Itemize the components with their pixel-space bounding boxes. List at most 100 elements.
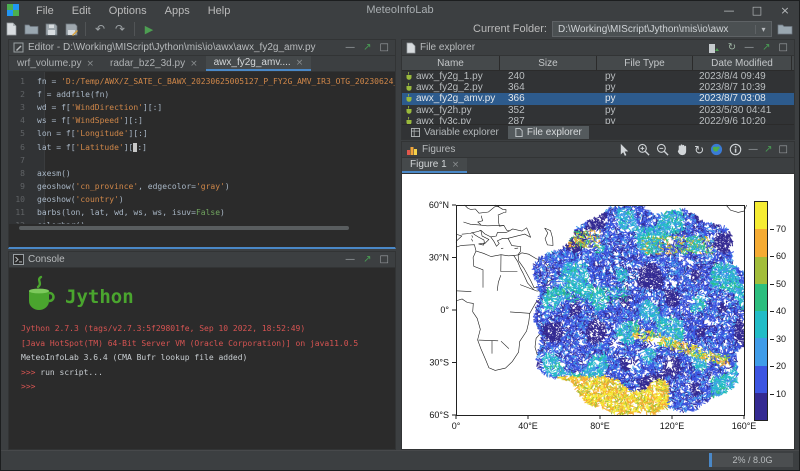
tab-file-explorer[interactable]: File explorer xyxy=(508,126,589,139)
maximize-panel-icon[interactable]: □ xyxy=(380,255,389,265)
tab-variable-explorer[interactable]: Variable explorer xyxy=(404,126,506,139)
column-header-date-modified[interactable]: Date Modified xyxy=(693,56,792,70)
line-number: 2 xyxy=(9,90,37,99)
column-header-file-type[interactable]: File Type xyxy=(597,56,693,70)
undo-icon: ↶ xyxy=(95,22,105,36)
minimize-panel-icon[interactable]: — xyxy=(345,43,355,53)
console-title: Console xyxy=(28,254,345,265)
window-maximize-button[interactable]: □ xyxy=(743,4,771,17)
column-header-name[interactable]: Name xyxy=(402,56,500,70)
table-row-awx_fy2h.py[interactable]: awx_fy2h.py352py2023/5/30 04:41 xyxy=(402,105,794,116)
menu-help[interactable]: Help xyxy=(199,5,240,17)
y-tick-label: 60°N xyxy=(429,200,449,210)
tab-label: awx_fy2g_amv.... xyxy=(214,57,291,68)
code-area[interactable]: 1fn = 'D:/Temp/AWX/Z_SATE_C_BAWX_2023062… xyxy=(9,72,395,232)
maximize-panel-icon[interactable]: □ xyxy=(779,43,788,53)
file-explorer-header: File explorer ↻ — ↗ □ xyxy=(402,40,794,56)
file-type: py xyxy=(597,82,693,93)
console-output[interactable]: Jython Jython 2.7.3 (tags/v2.7.3:5f29801… xyxy=(9,268,395,397)
save-as-button[interactable] xyxy=(61,20,81,38)
menu-edit[interactable]: Edit xyxy=(63,5,100,17)
code-line-2[interactable]: 2f = addfile(fn) xyxy=(9,88,395,101)
open-folder-button[interactable] xyxy=(21,20,41,38)
float-panel-icon[interactable]: ↗ xyxy=(764,145,772,155)
maximize-panel-icon[interactable]: □ xyxy=(779,145,788,155)
x-tick-label: 120°E xyxy=(660,421,685,431)
figure-canvas-area[interactable]: 0°40°E80°E120°E160°E60°N30°N0°30°S60°S 1… xyxy=(402,174,794,449)
file-explorer-panel: File explorer ↻ — ↗ □ NameSizeFile TypeD… xyxy=(401,39,795,140)
editor-tab-radar-bz2-3d-py[interactable]: radar_bz2_3d.py× xyxy=(102,56,206,71)
file-name-cell: awx_fy2h.py xyxy=(402,105,500,116)
current-folder-combo[interactable]: D:\Working\MIScript\Jython\mis\io\awx ▾ xyxy=(552,21,772,37)
table-row-awx_fy2g_2.py[interactable]: awx_fy2g_2.py364py2023/8/7 10:39 xyxy=(402,82,794,93)
close-tab-icon[interactable]: × xyxy=(452,160,460,170)
close-tab-icon[interactable]: × xyxy=(296,58,304,68)
colorbar xyxy=(754,201,768,421)
code-line-11[interactable]: 11barbs(lon, lat, wd, ws, ws, isuv=False… xyxy=(9,206,395,219)
save-button[interactable] xyxy=(41,20,61,38)
minimize-panel-icon[interactable]: — xyxy=(345,255,355,265)
code-line-3[interactable]: 3wd = f['WindDirection'][:] xyxy=(9,101,395,114)
python-file-icon xyxy=(405,72,413,81)
x-tick-label: 0° xyxy=(452,421,461,431)
maximize-panel-icon[interactable]: □ xyxy=(380,43,389,53)
jython-logo-text: Jython xyxy=(65,286,134,308)
menu-file[interactable]: File xyxy=(27,5,63,17)
editor-tab-wrf-volume-py[interactable]: wrf_volume.py× xyxy=(9,56,102,71)
run-script-button[interactable]: ▶ xyxy=(139,20,159,38)
globe-icon[interactable] xyxy=(710,143,723,156)
editor-tab-awx-fy2g-amv-[interactable]: awx_fy2g_amv.... × xyxy=(206,56,312,71)
close-tab-icon[interactable]: × xyxy=(190,59,198,69)
code-line-9[interactable]: 9geoshow('cn_province', edgecolor='gray'… xyxy=(9,180,395,193)
current-folder-value: D:\Working\MIScript\Jython\mis\io\awx xyxy=(553,24,755,35)
menu-apps[interactable]: Apps xyxy=(156,5,199,17)
tab-figure-1[interactable]: Figure 1 × xyxy=(402,158,467,173)
column-header-size[interactable]: Size xyxy=(500,56,597,70)
file-name: awx_fy2g_amv.py xyxy=(416,93,495,104)
tab-label: File explorer xyxy=(527,127,582,138)
colorbar-tick xyxy=(770,366,774,367)
menu-options[interactable]: Options xyxy=(100,5,156,17)
new-file-button[interactable] xyxy=(1,20,21,38)
pan-hand-icon[interactable] xyxy=(675,143,688,156)
code-line-6[interactable]: 6lat = f['Latitude'][:] xyxy=(9,140,395,153)
colorbar-segment xyxy=(755,257,767,284)
table-row-awx_fy2g_1.py[interactable]: awx_fy2g_1.py240py2023/8/4 09:49 xyxy=(402,71,794,82)
minimize-panel-icon[interactable]: — xyxy=(748,145,758,155)
file-table-rows: awx_fy2g_1.py240py2023/8/4 09:49awx_fy2g… xyxy=(402,71,794,127)
cursor-icon[interactable] xyxy=(618,143,631,156)
float-panel-icon[interactable]: ↗ xyxy=(762,43,770,53)
code-line-7[interactable]: 7 xyxy=(9,154,395,167)
minimize-panel-icon[interactable]: — xyxy=(744,43,754,53)
zoom-in-icon[interactable] xyxy=(637,143,650,156)
code-line-4[interactable]: 4ws = f['WindSpeed'][:] xyxy=(9,114,395,127)
code-line-5[interactable]: 5lon = f['Longitude'][:] xyxy=(9,127,395,140)
browse-folder-button[interactable] xyxy=(777,23,793,35)
line-number: 11 xyxy=(9,208,37,217)
code-line-10[interactable]: 10geoshow('country') xyxy=(9,193,395,206)
identify-info-icon[interactable] xyxy=(729,143,742,156)
window-controls: — □ × xyxy=(715,1,799,19)
undo-button[interactable]: ↶ xyxy=(90,20,110,38)
refresh-icon[interactable]: ↻ xyxy=(728,43,736,53)
x-tick-label: 80°E xyxy=(590,421,610,431)
editor-icon xyxy=(13,42,24,53)
close-tab-icon[interactable]: × xyxy=(86,59,94,69)
zoom-out-icon[interactable] xyxy=(656,143,669,156)
code-line-1[interactable]: 1fn = 'D:/Temp/AWX/Z_SATE_C_BAWX_2023062… xyxy=(9,75,395,88)
memory-indicator[interactable]: 2% / 8.0G xyxy=(709,453,793,467)
float-panel-icon[interactable]: ↗ xyxy=(363,43,371,53)
float-panel-icon[interactable]: ↗ xyxy=(363,255,371,265)
scrollbar-thumb[interactable] xyxy=(19,226,349,230)
window-close-button[interactable]: × xyxy=(771,4,799,17)
redo-button[interactable]: ↷ xyxy=(110,20,130,38)
rotate-icon[interactable]: ↻ xyxy=(694,145,704,155)
file-table-header: NameSizeFile TypeDate Modified xyxy=(402,56,794,71)
open-in-editor-icon[interactable] xyxy=(708,42,720,54)
table-row-awx_fy2g_amv.py[interactable]: awx_fy2g_amv.py366py2023/8/7 03:08 xyxy=(402,93,794,104)
chevron-down-icon[interactable]: ▾ xyxy=(755,25,771,34)
window-minimize-button[interactable]: — xyxy=(715,4,743,17)
console-panel-controls: — ↗ □ xyxy=(345,255,389,265)
code-line-8[interactable]: 8axesm() xyxy=(9,167,395,180)
colorbar-tick xyxy=(770,339,774,340)
